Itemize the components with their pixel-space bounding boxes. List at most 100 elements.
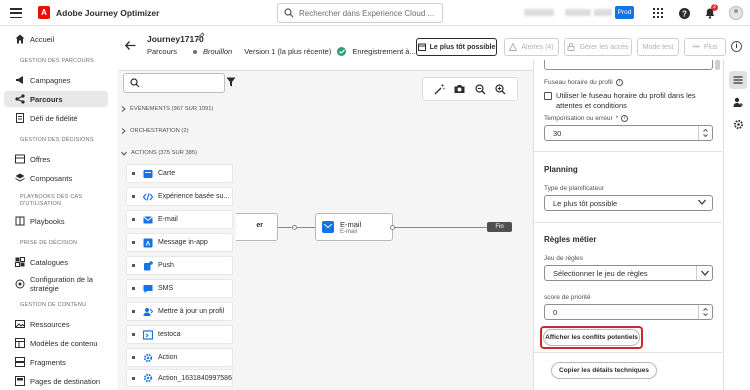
show-conflicts-button[interactable]: Afficher les conflits potentiels — [543, 329, 640, 346]
grip-icon[interactable] — [132, 172, 135, 175]
palette-action-action-1631840997586[interactable]: Action_1631840997586 — [126, 369, 233, 387]
palette-action-email[interactable]: E-mail — [126, 210, 233, 229]
update-profile-icon — [143, 307, 153, 317]
nav-item-components[interactable]: Composants — [4, 170, 108, 186]
nav-item-landing-pages[interactable]: Pages de destination — [4, 373, 108, 389]
back-arrow-icon[interactable] — [125, 41, 136, 50]
info-icon[interactable]: i — [615, 79, 623, 86]
chevron-down-icon[interactable] — [703, 313, 708, 316]
category-events[interactable]: ÉVÉNEMENTS (967 SUR 1091) — [121, 106, 213, 112]
journey-status: Brouillon — [203, 47, 233, 56]
alerts-button[interactable]: Alertes (4) — [504, 38, 559, 56]
test-mode-button[interactable]: Mode test — [637, 38, 679, 56]
more-button[interactable]: ••• Plus — [684, 38, 726, 56]
manage-access-button[interactable]: Gérer les accès — [564, 38, 632, 56]
palette-action-card[interactable]: Carte — [126, 164, 233, 183]
grip-icon[interactable] — [132, 264, 135, 267]
grip-icon[interactable] — [132, 356, 135, 359]
ruleset-select[interactable]: Sélectionner le jeu de règles — [544, 265, 713, 281]
grip-icon[interactable] — [132, 333, 135, 336]
palette-action-sms[interactable]: SMS — [126, 279, 233, 298]
home-icon — [15, 34, 25, 44]
connector-dot[interactable] — [292, 225, 297, 230]
timeout-input[interactable]: 30 — [544, 125, 713, 141]
ruleset-dropdown-toggle[interactable] — [696, 266, 712, 280]
properties-icon[interactable] — [733, 75, 743, 85]
grip-icon[interactable] — [132, 241, 135, 244]
user-avatar[interactable] — [729, 6, 743, 20]
palette-action-in-app[interactable]: A Message in-app — [126, 233, 233, 252]
info-icon[interactable]: i — [731, 41, 742, 52]
nav-item-journeys[interactable]: Parcours — [4, 91, 108, 107]
sandbox-name-blurred[interactable] — [565, 9, 591, 16]
filter-icon[interactable] — [226, 77, 236, 87]
connector-dot[interactable] — [390, 225, 395, 230]
grip-icon[interactable] — [132, 310, 135, 313]
app-grid-icon[interactable] — [651, 6, 665, 20]
divider — [533, 151, 722, 152]
magic-wand-icon[interactable] — [434, 84, 445, 95]
nav-item-content-templates[interactable]: Modèles de contenu — [4, 335, 108, 351]
palette-action-push[interactable]: Push — [126, 256, 233, 275]
palette-action-testoca[interactable]: testoca — [126, 325, 233, 344]
camera-icon[interactable] — [454, 84, 465, 94]
use-profile-timezone-checkbox[interactable] — [544, 92, 552, 100]
chevron-up-icon[interactable] — [703, 308, 708, 311]
stepper[interactable] — [698, 305, 712, 319]
tz-label: Fuseau horaire du profil i — [544, 79, 623, 86]
grip-icon[interactable] — [132, 376, 135, 380]
palette-action-update-profile[interactable]: Mettre à jour un profil — [126, 302, 233, 321]
env-badge[interactable]: Prod — [615, 6, 634, 19]
nav-item-loyalty[interactable]: Défi de fidélité — [4, 110, 108, 126]
nav-label: Accueil — [30, 34, 55, 44]
chevron-up-icon[interactable] — [703, 129, 708, 132]
end-node[interactable]: Fin — [487, 222, 512, 232]
panel-scrollbar[interactable] — [715, 60, 720, 70]
palette-action-code-based[interactable]: Expérience basée su... — [126, 187, 233, 206]
stepper[interactable] — [698, 126, 712, 140]
audience-icon[interactable] — [733, 97, 744, 108]
nav-item-offers[interactable]: Offres — [4, 151, 108, 167]
global-search-input[interactable]: Rechercher dans Experience Cloud ... — [277, 3, 443, 23]
org-switcher-blurred[interactable] — [524, 9, 554, 16]
chevron-down-icon[interactable] — [703, 134, 708, 137]
category-actions[interactable]: ACTIONS (375 SUR 385) — [121, 150, 197, 156]
app-title[interactable]: Adobe Journey Optimizer — [56, 8, 159, 18]
nav-section-title: GESTION DES PARCOURS — [20, 58, 94, 64]
timezone-select[interactable] — [544, 60, 713, 70]
priority-score-input[interactable]: 0 — [544, 304, 713, 320]
copy-technical-details-button[interactable]: Copier les détails techniques — [551, 362, 657, 379]
nav-item-fragments[interactable]: Fragments — [4, 354, 108, 370]
nav-item-catalogs[interactable]: Catalogues — [4, 254, 108, 270]
nav-item-home[interactable]: Accueil — [4, 31, 108, 47]
right-rail — [723, 60, 750, 390]
saved-check-icon — [337, 47, 347, 56]
palette-search-input[interactable] — [123, 73, 225, 93]
sandbox-id-blurred[interactable] — [594, 9, 612, 16]
assets-icon — [15, 319, 25, 329]
nav-item-assets[interactable]: Ressources — [4, 316, 108, 332]
scheduler-type-select[interactable]: Le plus tôt possible — [544, 195, 713, 211]
nav-item-strategy-setup[interactable]: Configuration de la stratégie — [4, 273, 108, 295]
divider — [533, 352, 722, 353]
template-icon — [15, 338, 25, 348]
settings-gear-icon[interactable] — [733, 119, 744, 130]
gear-icon — [143, 353, 153, 363]
hamburger-menu-icon[interactable] — [9, 6, 23, 20]
nav-item-playbooks[interactable]: Playbooks — [4, 213, 108, 229]
grip-icon[interactable] — [132, 287, 135, 290]
help-icon[interactable]: ? — [677, 6, 691, 20]
previous-activity-node[interactable]: er — [236, 213, 278, 241]
nav-item-campaigns[interactable]: Campagnes — [4, 72, 108, 88]
edit-pencil-icon[interactable] — [196, 32, 205, 41]
grip-icon[interactable] — [132, 195, 135, 198]
category-orchestration[interactable]: ORCHESTRATION (2) — [121, 128, 189, 134]
zoom-out-icon[interactable] — [475, 83, 486, 95]
email-activity-node[interactable]: E-mail E-mail — [315, 213, 393, 241]
palette-action-action[interactable]: Action — [126, 348, 233, 367]
grip-icon[interactable] — [132, 218, 135, 221]
top-bar: A Adobe Journey Optimizer Rechercher dan… — [0, 0, 750, 26]
info-icon[interactable]: i — [621, 115, 629, 122]
schedule-asap-button[interactable]: Le plus tôt possible — [416, 38, 497, 56]
zoom-in-icon[interactable] — [495, 83, 506, 95]
